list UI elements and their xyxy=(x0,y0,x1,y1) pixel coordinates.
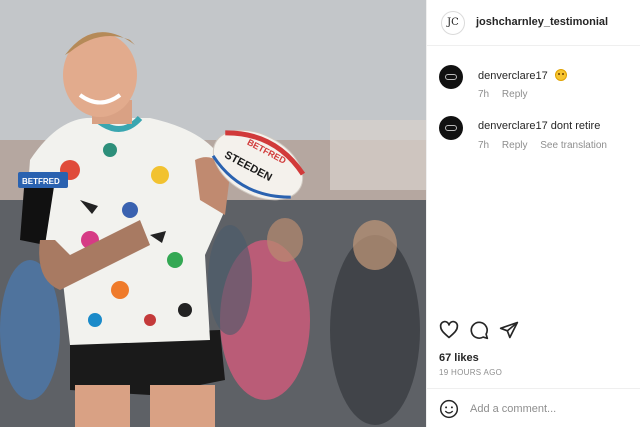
add-comment-input[interactable]: Add a comment... xyxy=(470,403,556,415)
post-actions xyxy=(439,320,639,342)
commenter-avatar[interactable] xyxy=(439,116,463,140)
post-time-ago: 19 HOURS AGO xyxy=(439,368,503,377)
profile-avatar[interactable]: JC xyxy=(441,11,465,35)
add-comment-bar: Add a comment... xyxy=(427,388,640,427)
emoji-icon[interactable] xyxy=(439,399,459,419)
heart-icon[interactable] xyxy=(439,320,459,340)
comment-text: denverclare17 xyxy=(478,69,567,82)
comment-time: 7h xyxy=(478,140,490,151)
reply-link[interactable]: Reply xyxy=(502,140,528,151)
photo-scene: BETFRED STEEDEN BETFRED xyxy=(0,0,426,427)
comment-meta: 7h Reply See translation xyxy=(478,140,617,151)
share-icon[interactable] xyxy=(499,320,519,340)
post-header: JC joshcharnley_testimonial xyxy=(427,0,640,46)
comment-item: denverclare17 dont retire 7h Reply See t… xyxy=(427,116,640,156)
comment-item: denverclare17 7h Reply xyxy=(427,65,640,105)
comment-icon[interactable] xyxy=(469,320,489,340)
likes-count[interactable]: 67 likes xyxy=(439,352,479,364)
post-username[interactable]: joshcharnley_testimonial xyxy=(476,16,608,28)
avatar-initials: JC xyxy=(447,17,459,28)
smiley-face-icon xyxy=(554,69,567,81)
comment-username[interactable]: denverclare17 xyxy=(478,120,548,132)
comment-text: denverclare17 dont retire xyxy=(478,120,600,132)
reply-link[interactable]: Reply xyxy=(502,89,528,100)
comment-time: 7h xyxy=(478,89,490,100)
comment-username[interactable]: denverclare17 xyxy=(478,70,548,82)
post-side-panel: JC joshcharnley_testimonial denverclare1… xyxy=(426,0,640,427)
comment-body: dont retire xyxy=(550,120,601,132)
commenter-avatar[interactable] xyxy=(439,65,463,89)
shirt-sponsor-text: BETFRED xyxy=(22,177,60,186)
see-translation-link[interactable]: See translation xyxy=(540,140,607,151)
comment-meta: 7h Reply xyxy=(478,89,537,100)
post-photo[interactable]: BETFRED STEEDEN BETFRED xyxy=(0,0,426,427)
